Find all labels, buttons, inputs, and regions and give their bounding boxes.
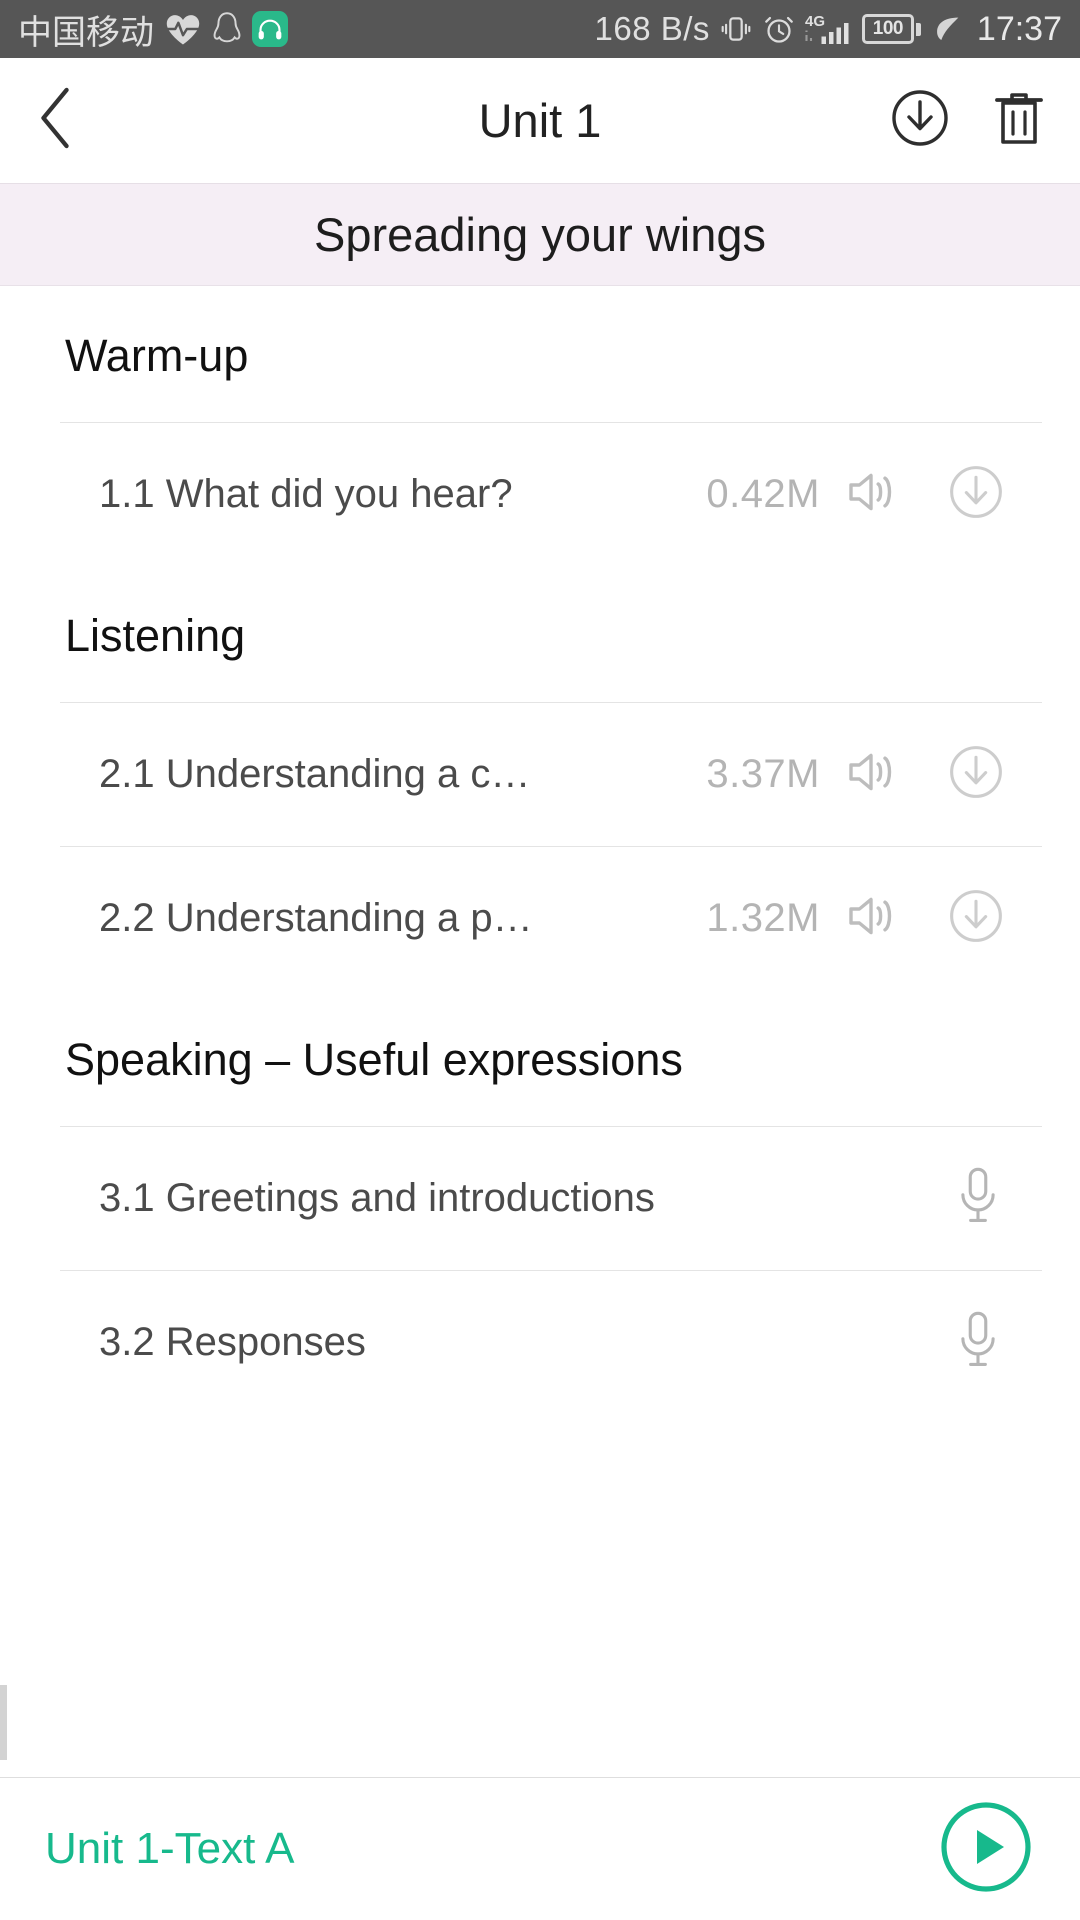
- track-title: 1.1 What did you hear?: [99, 472, 513, 516]
- track-title: 3.1 Greetings and introductions: [99, 1176, 655, 1220]
- track-size-label: 0.42M: [706, 472, 820, 516]
- track-title: 2.1 Understanding a c…: [99, 752, 531, 796]
- chevron-left-icon: [34, 85, 76, 156]
- track-meta: 0.42M: [660, 463, 1028, 526]
- player-bar: Unit 1-Text A: [0, 1777, 1080, 1920]
- signal-4g-icon: 4G: [805, 11, 853, 47]
- track-title: 2.2 Understanding a p…: [99, 896, 533, 940]
- qq-penguin-icon: [212, 11, 242, 47]
- track-row[interactable]: 3.1 Greetings and introductions: [0, 1127, 1080, 1270]
- scrollbar-thumb[interactable]: [0, 1685, 7, 1760]
- trash-icon: [992, 93, 1046, 152]
- play-circle-icon: [940, 1801, 1032, 1897]
- play-button[interactable]: [940, 1801, 1032, 1898]
- lesson-banner: Spreading your wings: [0, 183, 1080, 286]
- track-list: Warm-up 1.1 What did you hear? 0.42M Listen…: [0, 286, 1080, 1414]
- vibrate-icon: [719, 12, 753, 46]
- section-header: Warm-up: [65, 330, 249, 381]
- battery-level-label: 100: [861, 14, 914, 44]
- section-header: Listening: [65, 610, 246, 661]
- download-circle-icon: [890, 90, 950, 152]
- speaker-button[interactable]: [820, 887, 924, 950]
- delete-button[interactable]: [992, 88, 1046, 153]
- track-row[interactable]: 2.1 Understanding a c… 3.37M: [0, 703, 1080, 846]
- speaker-icon: [843, 743, 901, 806]
- download-circle-icon: [947, 463, 1005, 526]
- microphone-icon: [951, 1309, 1005, 1376]
- section-header: Speaking – Useful expressions: [65, 1034, 683, 1085]
- track-size-label: 3.37M: [706, 752, 820, 796]
- download-circle-button[interactable]: [924, 463, 1028, 526]
- back-button[interactable]: [34, 86, 94, 156]
- microphone-button[interactable]: [928, 1309, 1028, 1376]
- microphone-button[interactable]: [928, 1165, 1028, 1232]
- battery-icon: 100: [861, 14, 921, 44]
- download-all-button[interactable]: [890, 88, 950, 153]
- network-speed-label: 168 B/s: [594, 10, 710, 47]
- heart-rate-icon: [164, 12, 202, 46]
- track-row[interactable]: 3.2 Responses: [0, 1271, 1080, 1414]
- track-meta: [928, 1309, 1028, 1376]
- power-saving-leaf-icon: [930, 12, 964, 46]
- track-title: 3.2 Responses: [99, 1320, 366, 1364]
- microphone-icon: [951, 1165, 1005, 1232]
- speaker-icon: [843, 887, 901, 950]
- clock-label: 17:37: [976, 9, 1062, 48]
- download-circle-icon: [947, 887, 1005, 950]
- status-bar-right: 168 B/s 4G 100 17:37: [594, 10, 1062, 49]
- nav-actions: [890, 88, 1046, 153]
- track-size-label: 1.32M: [706, 896, 820, 940]
- track-meta: 3.37M: [660, 743, 1028, 806]
- svg-text:4G: 4G: [805, 13, 825, 30]
- carrier-label: 中国移动: [18, 13, 154, 52]
- nav-bar: Unit 1: [0, 58, 1080, 183]
- track-meta: 1.32M: [660, 887, 1028, 950]
- track-row[interactable]: 2.2 Understanding a p… 1.32M: [0, 847, 1080, 990]
- status-bar-left: 中国移动: [18, 5, 288, 54]
- download-circle-icon: [947, 743, 1005, 806]
- alarm-clock-icon: [762, 12, 796, 46]
- lesson-title: Spreading your wings: [314, 208, 766, 261]
- speaker-button[interactable]: [820, 463, 924, 526]
- track-row[interactable]: 1.1 What did you hear? 0.42M: [0, 423, 1080, 566]
- player-track-title: Unit 1-Text A: [45, 1824, 295, 1873]
- download-circle-button[interactable]: [924, 887, 1028, 950]
- download-circle-button[interactable]: [924, 743, 1028, 806]
- track-meta: [928, 1165, 1028, 1232]
- headphones-app-icon: [252, 11, 288, 47]
- battery-cap: [915, 22, 921, 36]
- speaker-button[interactable]: [820, 743, 924, 806]
- speaker-icon: [843, 463, 901, 526]
- status-bar: 中国移动 168 B/s 4G 100 17:37: [0, 0, 1080, 58]
